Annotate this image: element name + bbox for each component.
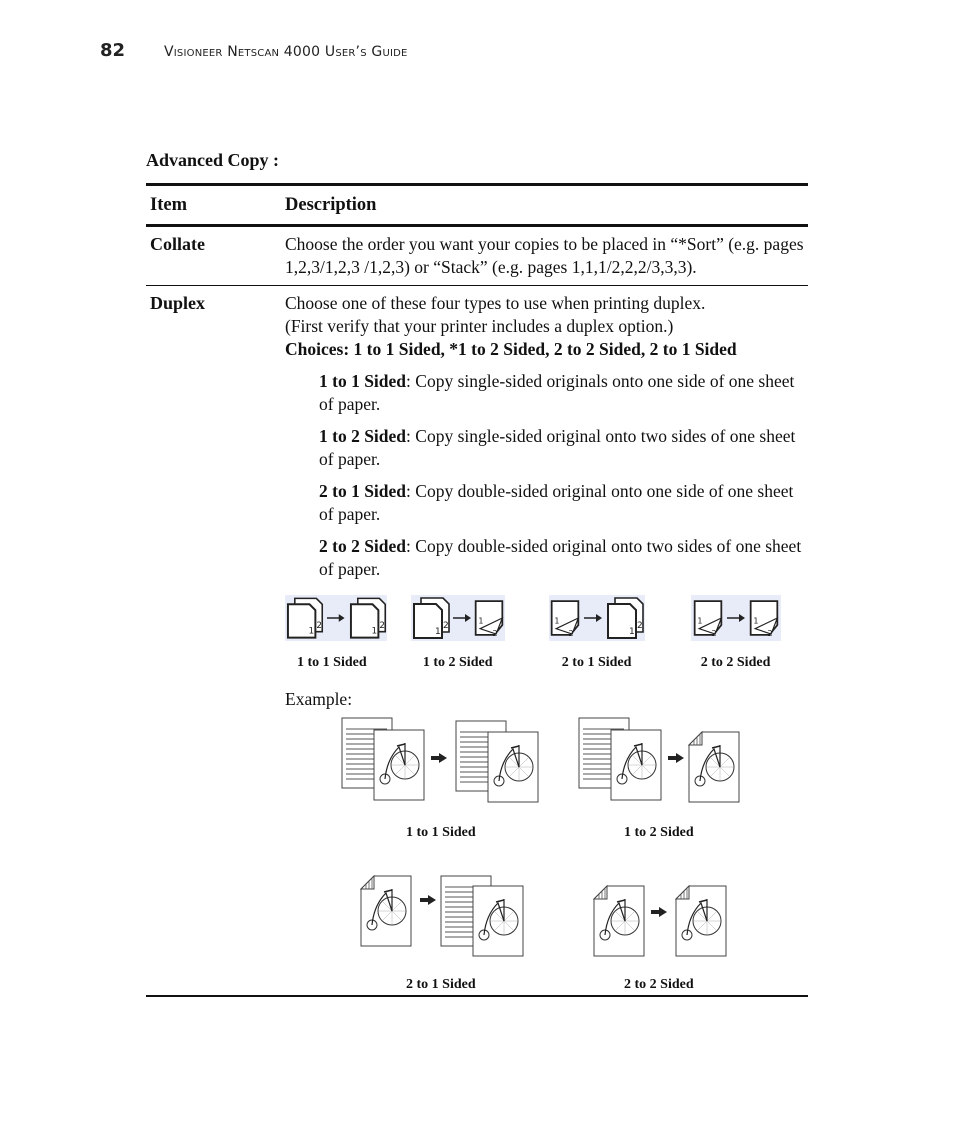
item-duplex: Duplex [150,293,206,313]
example-label: Example: [285,689,353,709]
item-collate: Collate [150,234,205,254]
table-row: Collate Choose the order you want your c… [146,227,808,285]
example-illustrations: 1 to 1 Sided 1 to 2 Sided 2 to 1 Sided 2… [285,711,808,1016]
icon-cell: 1 to 2 Sided [388,595,527,674]
option-2-to-1: 2 to 1 Sided: Copy double-sided original… [319,480,808,526]
example-2-to-2-illustration [593,885,733,965]
arrow-icon [651,907,667,917]
option-name: 2 to 2 Sided [319,536,407,556]
book-title: Visioneer Netscan 4000 User’s Guide [164,44,408,60]
icon-label: 2 to 2 Sided [700,655,771,670]
table-row: Duplex Choose one of these four types to… [146,286,808,1016]
option-name: 1 to 1 Sided [319,371,407,391]
example-1-to-1-illustration [341,717,541,807]
column-header-item: Item [150,194,187,215]
duplex-2-to-2-icon [690,595,781,641]
option-2-to-2: 2 to 2 Sided: Copy double-sided original… [319,535,808,581]
column-header-description: Description [285,194,377,215]
icon-label: 2 to 1 Sided [561,655,632,670]
duplex-icon-row: 1 to 1 Sided 1 to 2 Sided 2 to 1 Sided 2… [285,595,805,674]
icon-label: 1 to 1 Sided [297,655,367,670]
example-1-to-2-illustration [578,717,748,807]
duplex-1-to-2-icon [410,595,505,641]
icon-label: 1 to 2 Sided [422,655,493,670]
arrow-icon [431,753,447,763]
example-label-1-to-2: 1 to 2 Sided [624,825,694,840]
arrow-icon [420,895,436,905]
duplex-line-2: (First verify that your printer includes… [285,316,674,336]
example-2-to-1-illustration [360,875,530,965]
table-bottom-rule [146,995,808,997]
icon-cell: 2 to 2 Sided [666,595,805,674]
duplex-line-1: Choose one of these four types to use wh… [285,293,706,313]
duplex-choices: Choices: 1 to 1 Sided, *1 to 2 Sided, 2 … [285,339,737,359]
table-header-row: Item Description [146,186,808,224]
example-label-2-to-1: 2 to 1 Sided [406,977,476,992]
running-header: 82 Visioneer Netscan 4000 User’s Guide [100,40,408,64]
page-number: 82 [100,40,126,61]
example-label-1-to-1: 1 to 1 Sided [406,825,476,840]
advanced-copy-table: Item Description Collate Choose the orde… [146,183,808,1016]
icon-cell: 2 to 1 Sided [527,595,666,674]
option-1-to-2: 1 to 2 Sided: Copy single-sided original… [319,425,808,471]
option-1-to-1: 1 to 1 Sided: Copy single-sided original… [319,370,808,416]
option-name: 2 to 1 Sided [319,481,407,501]
duplex-1-to-1-icon [285,595,387,641]
example-label-2-to-2: 2 to 2 Sided [624,977,694,992]
duplex-2-to-1-icon [548,595,645,641]
collate-description: Choose the order you want your copies to… [285,234,804,277]
icon-cell: 1 to 1 Sided [285,595,388,674]
arrow-icon [668,753,684,763]
option-name: 1 to 2 Sided [319,426,407,446]
duplex-description: Choose one of these four types to use wh… [285,292,808,1016]
section-title: Advanced Copy : [146,150,280,170]
